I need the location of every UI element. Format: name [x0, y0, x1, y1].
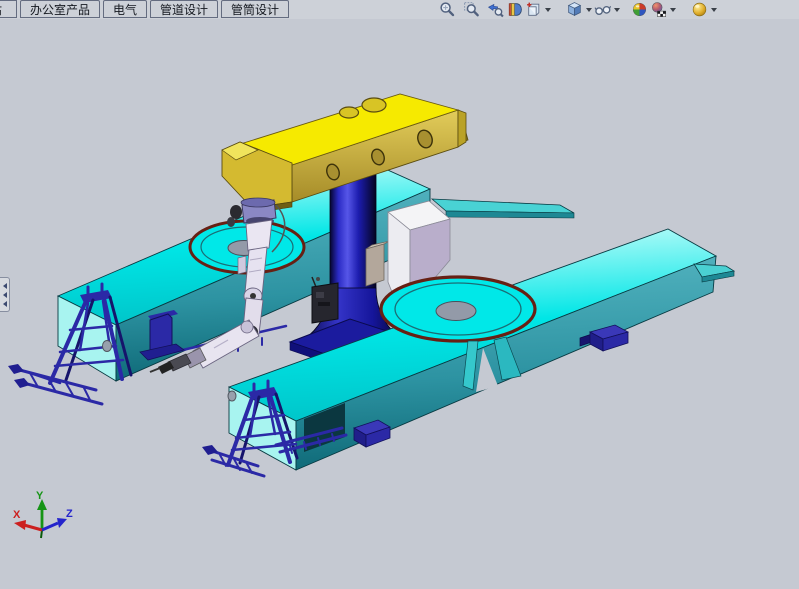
left-arrow-icon — [3, 283, 7, 289]
tab-evaluate-partial[interactable]: 估 — [0, 0, 17, 18]
section-view-icon — [506, 1, 523, 18]
view-settings-ball-icon — [691, 1, 708, 18]
dropdown-caret-icon — [545, 8, 551, 12]
dropdown-caret-icon — [586, 8, 592, 12]
3d-viewport[interactable]: X Y Z — [0, 0, 799, 589]
view-orientation-button[interactable] — [566, 0, 592, 19]
edit-appearance-ball-icon — [631, 1, 648, 18]
apply-scene-icon — [650, 1, 667, 18]
dropdown-caret-icon — [614, 8, 620, 12]
dropdown-caret-icon — [670, 8, 676, 12]
section-view-button[interactable] — [506, 0, 523, 19]
zoom-to-fit-button[interactable] — [439, 0, 456, 19]
edit-appearance-button[interactable] — [631, 0, 648, 19]
command-tabs: 估 办公室产品 电气 管道设计 管筒设计 — [0, 0, 292, 19]
heads-up-view-toolbar — [438, 0, 718, 19]
dropdown-caret-icon — [711, 8, 717, 12]
panel-expand-button[interactable] — [0, 277, 10, 312]
tab-tubing-design[interactable]: 管筒设计 — [221, 0, 289, 18]
tab-piping-design[interactable]: 管道设计 — [150, 0, 218, 18]
axis-x-label: X — [13, 509, 21, 521]
tab-label: 办公室产品 — [30, 1, 90, 18]
tab-label: 估 — [0, 1, 16, 18]
apply-scene-button[interactable] — [650, 0, 676, 19]
hide-show-items-glasses-icon — [594, 1, 611, 18]
left-arrow-icon — [3, 301, 7, 307]
previous-view-button[interactable] — [487, 0, 504, 19]
axis-y-label: Y — [36, 490, 44, 502]
tab-electrical[interactable]: 电气 — [103, 0, 147, 18]
dynamic-annotation-views-button[interactable] — [525, 0, 551, 19]
view-orientation-cube-icon — [566, 1, 583, 18]
view-settings-button[interactable] — [691, 0, 717, 19]
left-arrow-icon — [3, 292, 7, 298]
zoom-to-fit-icon — [439, 1, 456, 18]
zoom-to-area-icon — [463, 1, 480, 18]
previous-view-icon — [487, 1, 504, 18]
front-beam-ring — [381, 277, 535, 341]
axis-z-label: Z — [66, 508, 73, 520]
tab-label: 电气 — [113, 1, 137, 18]
hide-show-items-button[interactable] — [594, 0, 620, 19]
tab-label: 管筒设计 — [231, 1, 279, 18]
application-window: X Y Z 估 办公室产品 电气 管道设计 管筒设计 — [0, 0, 799, 589]
annotation-views-icon — [525, 1, 542, 18]
tab-label: 管道设计 — [160, 1, 208, 18]
zoom-to-area-button[interactable] — [463, 0, 480, 19]
tab-office-products[interactable]: 办公室产品 — [20, 0, 100, 18]
